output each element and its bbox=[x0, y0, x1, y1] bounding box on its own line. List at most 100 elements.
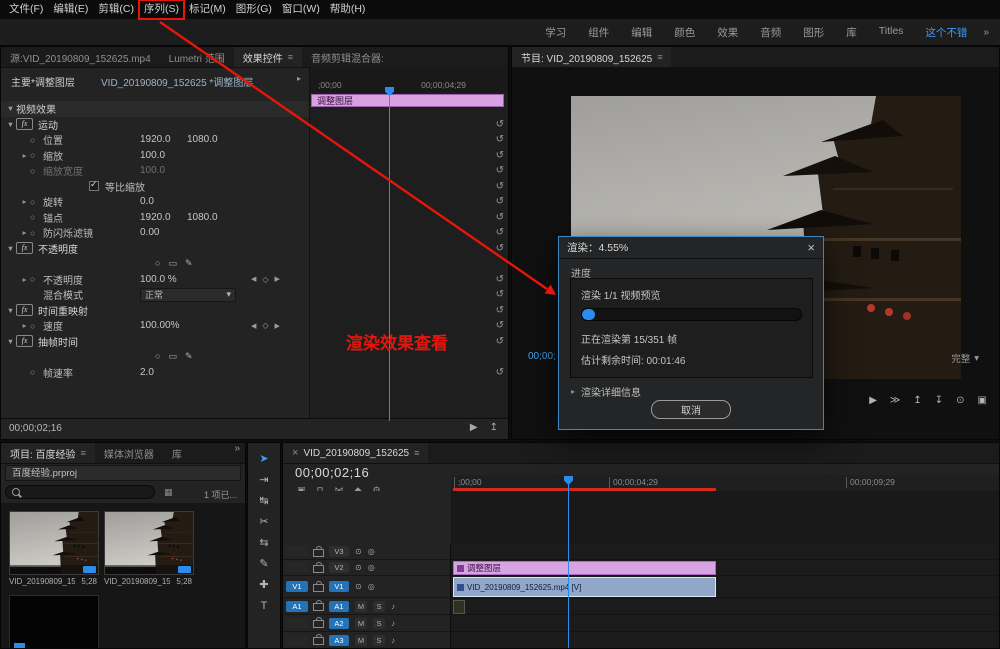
track-lane[interactable] bbox=[451, 598, 999, 615]
video-clip[interactable]: VID_20190809_152625.mp4 [V] bbox=[453, 577, 716, 597]
cancel-button[interactable]: 取消 bbox=[651, 400, 731, 419]
panel-tab[interactable]: 库 bbox=[163, 443, 191, 463]
track-target-button[interactable]: V3 bbox=[329, 546, 349, 557]
fx-badge-icon[interactable] bbox=[16, 304, 33, 316]
solo-button[interactable]: S bbox=[373, 601, 385, 612]
video-track-header[interactable]: V3 bbox=[283, 544, 450, 560]
fx-badge-icon[interactable] bbox=[16, 118, 33, 130]
track-lock-icon[interactable] bbox=[313, 565, 324, 573]
track-lock-icon[interactable] bbox=[313, 603, 324, 611]
workspace-overflow-icon[interactable]: » bbox=[978, 27, 994, 38]
solo-button[interactable]: S bbox=[373, 635, 385, 646]
timeline-empty-area[interactable] bbox=[451, 491, 999, 544]
zoom-level-select[interactable]: 完整 bbox=[951, 351, 979, 365]
mask-ellipse-icon[interactable] bbox=[155, 351, 160, 362]
reset-icon[interactable] bbox=[496, 243, 504, 254]
effect-row[interactable]: 抽帧时间 bbox=[1, 334, 510, 350]
track-target-button[interactable]: V2 bbox=[329, 562, 349, 573]
property-value[interactable]: 100.0 % bbox=[140, 274, 187, 285]
effect-row[interactable]: 时间重映射 bbox=[1, 303, 510, 319]
workspace-tab[interactable]: 这个不错 bbox=[914, 25, 978, 40]
source-patch[interactable] bbox=[286, 562, 308, 573]
stopwatch-icon[interactable] bbox=[30, 150, 43, 160]
video-track-header[interactable]: V1 V1 bbox=[283, 576, 450, 598]
prev-keyframe-icon[interactable] bbox=[251, 322, 256, 330]
reset-icon[interactable] bbox=[496, 150, 504, 161]
effect-row[interactable]: 防闪烁滤镜 0.00 bbox=[1, 225, 510, 241]
workspace-tab[interactable]: Titles bbox=[868, 25, 915, 40]
reset-icon[interactable] bbox=[496, 119, 504, 130]
panel-tab[interactable]: Lumetri 范围 bbox=[160, 47, 234, 67]
twirl-icon[interactable] bbox=[5, 120, 16, 129]
audio-clip[interactable] bbox=[453, 600, 465, 614]
menu-item[interactable]: 编辑(E) bbox=[48, 0, 93, 19]
checkbox[interactable] bbox=[89, 181, 99, 191]
track-lane[interactable] bbox=[451, 632, 999, 649]
workspace-tab[interactable]: 颜色 bbox=[663, 25, 706, 40]
menu-item[interactable]: 序列(S) bbox=[139, 0, 184, 19]
stopwatch-icon[interactable] bbox=[30, 367, 43, 377]
menu-item[interactable]: 帮助(H) bbox=[325, 0, 371, 19]
stopwatch-icon[interactable] bbox=[30, 274, 43, 284]
source-patch[interactable] bbox=[286, 546, 308, 557]
reset-icon[interactable] bbox=[496, 336, 504, 347]
workspace-tab[interactable]: 学习 bbox=[534, 25, 577, 40]
solo-button[interactable]: S bbox=[373, 618, 385, 629]
menu-item[interactable]: 窗口(W) bbox=[277, 0, 325, 19]
stopwatch-icon[interactable] bbox=[30, 166, 43, 176]
sync-lock-icon[interactable] bbox=[355, 582, 362, 591]
media-thumbnail[interactable] bbox=[9, 511, 99, 575]
transport-icon[interactable] bbox=[956, 395, 964, 406]
transport-icon[interactable] bbox=[913, 395, 921, 406]
effect-row[interactable]: 视频效果 bbox=[1, 101, 309, 117]
reset-icon[interactable] bbox=[496, 289, 504, 300]
panel-menu-icon[interactable] bbox=[81, 448, 86, 458]
sequence-tab[interactable]: VID_20190809_152625 bbox=[283, 443, 428, 463]
effect-row[interactable]: 不透明度 bbox=[1, 241, 510, 257]
footer-icon[interactable] bbox=[490, 422, 498, 433]
menu-item[interactable]: 剪辑(C) bbox=[93, 0, 139, 19]
next-keyframe-icon[interactable] bbox=[275, 322, 280, 330]
audio-track-header[interactable]: A3 M S bbox=[283, 632, 450, 649]
reset-icon[interactable] bbox=[496, 181, 504, 192]
thumbnail-view-icon[interactable]: ▦ bbox=[164, 487, 173, 498]
panel-menu-icon[interactable] bbox=[414, 448, 419, 458]
property-value[interactable]: 1920.0 bbox=[140, 212, 187, 223]
add-keyframe-icon[interactable] bbox=[262, 275, 268, 284]
track-target-button[interactable]: A2 bbox=[329, 618, 349, 629]
effect-row[interactable] bbox=[1, 349, 510, 365]
voiceover-icon[interactable] bbox=[391, 619, 395, 628]
panel-tab[interactable]: 项目: 百度经验 bbox=[1, 443, 95, 463]
mute-button[interactable]: M bbox=[355, 618, 367, 629]
effect-row[interactable]: 位置 1920.0 1080.0 bbox=[1, 132, 510, 148]
prev-keyframe-icon[interactable] bbox=[251, 275, 256, 283]
effect-row[interactable]: 等比缩放 bbox=[1, 179, 510, 195]
media-item-label[interactable]: VID_20190809_1526... 5;28 bbox=[9, 577, 97, 586]
close-icon[interactable]: × bbox=[807, 241, 815, 254]
timeline-timecode[interactable]: 00;00;02;16 bbox=[295, 465, 369, 480]
media-thumbnail-black[interactable] bbox=[9, 595, 99, 648]
tool-button[interactable] bbox=[259, 558, 268, 570]
twirl-icon[interactable] bbox=[5, 244, 16, 253]
transport-icon[interactable] bbox=[869, 395, 877, 406]
track-lock-icon[interactable] bbox=[313, 637, 324, 645]
tool-button[interactable] bbox=[259, 516, 268, 528]
reset-icon[interactable] bbox=[496, 227, 504, 238]
panel-overflow-icon[interactable]: » bbox=[229, 443, 245, 463]
mute-button[interactable]: M bbox=[355, 601, 367, 612]
property-value-2[interactable]: 1080.0 bbox=[187, 134, 234, 145]
media-item-label[interactable]: VID_20190809_1526... 5;28 bbox=[104, 577, 192, 586]
source-patch[interactable] bbox=[286, 635, 308, 646]
sync-lock-icon[interactable] bbox=[355, 563, 362, 572]
tool-button[interactable] bbox=[259, 495, 268, 507]
mask-ellipse-icon[interactable] bbox=[155, 258, 160, 269]
twirl-icon[interactable] bbox=[5, 104, 16, 113]
toggle-timeline-view-icon[interactable] bbox=[297, 74, 301, 83]
media-thumbnail[interactable] bbox=[104, 511, 194, 575]
track-lane[interactable] bbox=[451, 615, 999, 632]
tool-button[interactable] bbox=[259, 453, 268, 465]
property-value[interactable]: 2.0 bbox=[140, 367, 187, 378]
panel-menu-icon[interactable] bbox=[657, 52, 662, 62]
effect-row[interactable]: 缩放宽度 100.0 bbox=[1, 163, 510, 179]
voiceover-icon[interactable] bbox=[391, 602, 395, 611]
